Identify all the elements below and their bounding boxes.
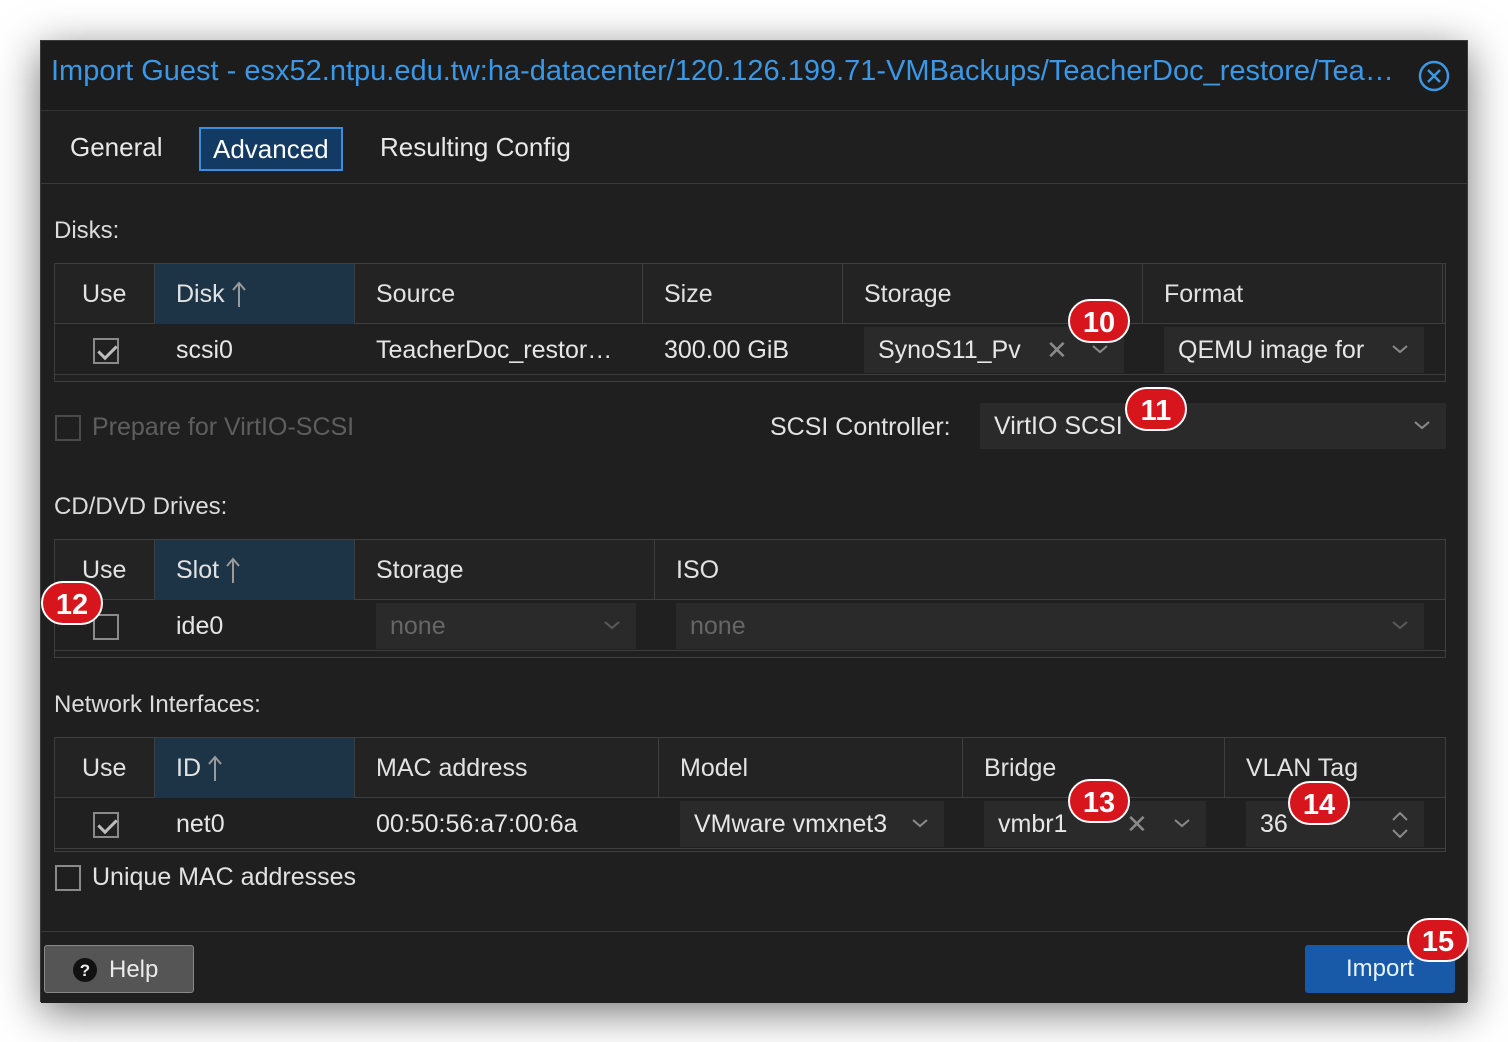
help-icon: ? bbox=[73, 958, 97, 982]
annotation-badge-14: 14 bbox=[1288, 781, 1350, 825]
clear-icon[interactable]: ✕ bbox=[1126, 810, 1148, 838]
prepare-virtio-label: Prepare for VirtIO-SCSI bbox=[92, 413, 355, 441]
disk-source: TeacherDoc_restor… bbox=[376, 336, 613, 364]
help-label: Help bbox=[109, 956, 159, 983]
iso-combobox[interactable]: none bbox=[676, 603, 1424, 649]
prepare-virtio-checkbox[interactable] bbox=[55, 415, 81, 441]
model-value: VMware vmxnet3 bbox=[694, 810, 886, 838]
format-combobox[interactable]: QEMU image for bbox=[1164, 327, 1424, 373]
svg-text:?: ? bbox=[80, 961, 90, 980]
format-value: QEMU image for bbox=[1178, 336, 1365, 364]
chevron-down-icon[interactable] bbox=[1172, 813, 1192, 833]
dialog-title: Import Guest - esx52.ntpu.edu.tw:ha-data… bbox=[51, 55, 1401, 87]
col-disk[interactable]: Disk bbox=[155, 264, 355, 324]
disks-label: Disks: bbox=[54, 217, 120, 244]
close-icon[interactable] bbox=[1417, 59, 1451, 93]
col-format[interactable]: Format bbox=[1143, 264, 1443, 324]
use-checkbox[interactable] bbox=[93, 338, 119, 364]
slot-id: ide0 bbox=[176, 612, 224, 640]
network-label: Network Interfaces: bbox=[54, 691, 261, 718]
col-use[interactable]: Use bbox=[55, 264, 155, 324]
network-grid: Use ID MAC address Model Bridge VLAN Tag… bbox=[54, 737, 1446, 852]
scsi-controller-label: SCSI Controller: bbox=[770, 413, 951, 441]
col-source[interactable]: Source bbox=[355, 264, 643, 324]
iso-value: none bbox=[690, 612, 746, 640]
table-row[interactable]: net0 00:50:56:a7:00:6a VMware vmxnet3 vm… bbox=[55, 799, 1445, 849]
tab-bar: General Advanced Resulting Config bbox=[41, 112, 1467, 184]
annotation-badge-10: 10 bbox=[1068, 299, 1130, 343]
col-disk-label: Disk bbox=[176, 280, 225, 308]
table-row[interactable]: scsi0 TeacherDoc_restor… 300.00 GiB Syno… bbox=[55, 325, 1445, 375]
col-use[interactable]: Use bbox=[55, 738, 155, 798]
tab-advanced[interactable]: Advanced bbox=[199, 127, 343, 171]
col-slot-label: Slot bbox=[176, 556, 220, 584]
chevron-down-icon[interactable] bbox=[910, 813, 930, 833]
annotation-badge-13: 13 bbox=[1068, 779, 1130, 823]
sort-ascending-icon bbox=[208, 755, 222, 782]
unique-mac-label: Unique MAC addresses bbox=[92, 863, 357, 891]
chevron-down-icon[interactable] bbox=[1390, 339, 1410, 359]
disks-grid: Use Disk Source Size Storage Format scsi… bbox=[54, 263, 1446, 382]
col-id-label: ID bbox=[176, 754, 201, 782]
col-id[interactable]: ID bbox=[155, 738, 355, 798]
cd-storage-combobox[interactable]: none bbox=[376, 603, 636, 649]
disk-id: scsi0 bbox=[176, 336, 233, 364]
col-mac[interactable]: MAC address bbox=[355, 738, 659, 798]
unique-mac-checkbox[interactable] bbox=[55, 865, 81, 891]
clear-icon[interactable]: ✕ bbox=[1046, 336, 1068, 364]
cdrom-grid: Use Slot Storage ISO ide0 none none bbox=[54, 539, 1446, 658]
col-size[interactable]: Size bbox=[643, 264, 843, 324]
chevron-down-icon[interactable] bbox=[602, 615, 622, 635]
annotation-badge-15: 15 bbox=[1407, 918, 1469, 962]
annotation-badge-11: 11 bbox=[1125, 387, 1187, 431]
tab-resulting-config[interactable]: Resulting Config bbox=[368, 127, 583, 171]
disks-grid-header: Use Disk Source Size Storage Format bbox=[55, 264, 1445, 324]
net-id: net0 bbox=[176, 810, 225, 838]
spinner-icon[interactable] bbox=[1390, 809, 1410, 841]
col-storage[interactable]: Storage bbox=[355, 540, 655, 600]
cdrom-label: CD/DVD Drives: bbox=[54, 493, 228, 520]
cd-storage-value: none bbox=[390, 612, 446, 640]
scsi-controller-combobox[interactable]: VirtIO SCSI bbox=[980, 403, 1446, 449]
help-button[interactable]: ? Help bbox=[44, 945, 194, 993]
chevron-down-icon[interactable] bbox=[1412, 415, 1432, 435]
sort-ascending-icon bbox=[226, 557, 240, 584]
import-guest-dialog: Import Guest - esx52.ntpu.edu.tw:ha-data… bbox=[40, 40, 1469, 1003]
disk-size: 300.00 GiB bbox=[664, 336, 790, 364]
storage-value: SynoS11_Pv bbox=[878, 336, 1021, 364]
use-checkbox[interactable] bbox=[93, 812, 119, 838]
sort-ascending-icon bbox=[231, 281, 246, 308]
mac-address: 00:50:56:a7:00:6a bbox=[376, 810, 578, 838]
dialog-footer: ? Help Import bbox=[41, 931, 1467, 1003]
tab-general[interactable]: General bbox=[58, 127, 175, 171]
model-combobox[interactable]: VMware vmxnet3 bbox=[680, 801, 944, 847]
chevron-down-icon[interactable] bbox=[1390, 615, 1410, 635]
cdrom-grid-header: Use Slot Storage ISO bbox=[55, 540, 1445, 600]
col-iso[interactable]: ISO bbox=[655, 540, 1445, 600]
network-grid-header: Use ID MAC address Model Bridge VLAN Tag bbox=[55, 738, 1445, 798]
col-slot[interactable]: Slot bbox=[155, 540, 355, 600]
table-row[interactable]: ide0 none none bbox=[55, 601, 1445, 651]
annotation-badge-12: 12 bbox=[41, 581, 103, 625]
col-model[interactable]: Model bbox=[659, 738, 963, 798]
dialog-titlebar: Import Guest - esx52.ntpu.edu.tw:ha-data… bbox=[41, 41, 1467, 111]
